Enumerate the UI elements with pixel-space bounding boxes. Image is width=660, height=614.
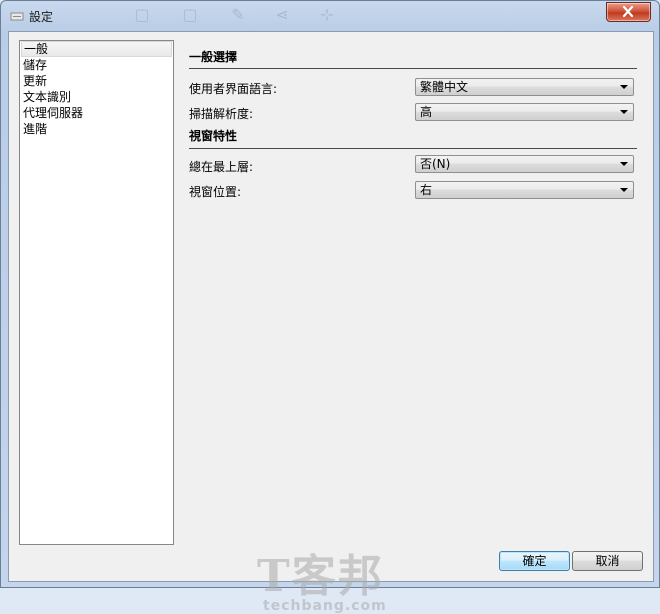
nav-item-text-recognition[interactable]: 文本識別 (20, 89, 173, 105)
background-share-icon: ⋖ (275, 5, 289, 24)
window-position-value: 右 (420, 183, 433, 197)
app-icon (10, 12, 24, 21)
cancel-button[interactable]: 取消 (572, 551, 643, 571)
chevron-down-icon (620, 162, 628, 166)
ui-language-select[interactable]: 繁體中文 (415, 78, 634, 96)
window-position-select[interactable]: 右 (415, 181, 634, 199)
settings-category-list[interactable]: 一般 儲存 更新 文本識別 代理伺服器 進階 (19, 40, 174, 545)
scan-resolution-value: 高 (420, 105, 433, 119)
title-bar[interactable]: 設定 ▢ ▢ ✎ ⋖ ⊹ (1, 1, 659, 31)
general-section-divider (189, 68, 637, 69)
dialog-client-area: 一般 儲存 更新 文本識別 代理伺服器 進階 一般選擇 使用者界面語言: 繁體中… (8, 31, 654, 614)
window-title: 設定 (29, 10, 54, 24)
watermark-logo-text: T客邦 (257, 551, 384, 602)
close-button[interactable] (606, 2, 651, 22)
nav-item-advanced[interactable]: 進階 (20, 121, 173, 137)
always-on-top-select[interactable]: 否(N) (415, 155, 634, 173)
general-section-title: 一般選擇 (189, 50, 238, 64)
chevron-down-icon (620, 85, 628, 89)
watermark-logo: T客邦 techbang.com (257, 551, 386, 614)
chevron-down-icon (620, 110, 628, 114)
chevron-down-icon (620, 188, 628, 192)
always-on-top-label: 總在最上層: (189, 160, 254, 174)
ui-language-value: 繁體中文 (420, 80, 469, 94)
window-props-section-divider (189, 148, 637, 149)
nav-item-update[interactable]: 更新 (20, 73, 173, 89)
background-copy-icon: ▢ (182, 5, 198, 24)
nav-item-proxy-server[interactable]: 代理伺服器 (20, 105, 173, 121)
nav-item-storage[interactable]: 儲存 (20, 57, 173, 73)
scan-resolution-label: 掃描解析度: (189, 107, 254, 121)
ui-language-label: 使用者界面語言: (189, 82, 278, 96)
background-crop-icon: ⊹ (320, 5, 334, 24)
scan-resolution-select[interactable]: 高 (415, 103, 634, 121)
background-save-icon: ▢ (134, 5, 150, 24)
nav-item-general[interactable]: 一般 (21, 41, 172, 57)
ok-button[interactable]: 確定 (499, 551, 570, 571)
always-on-top-value: 否(N) (420, 157, 451, 171)
window-props-section-title: 視窗特性 (189, 129, 238, 143)
window-position-label: 視窗位置: (189, 185, 242, 199)
close-icon (622, 6, 634, 17)
watermark-site-text: techbang.com (263, 598, 387, 614)
settings-window: 設定 ▢ ▢ ✎ ⋖ ⊹ 一般 儲存 更新 文本識別 代理伺服器 進階 一般選擇… (0, 0, 660, 614)
background-pen-icon: ✎ (231, 5, 245, 24)
